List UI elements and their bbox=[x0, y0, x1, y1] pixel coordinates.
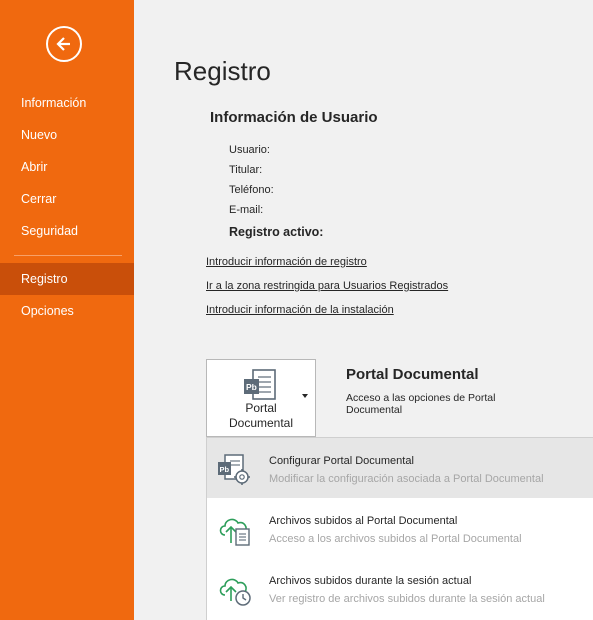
sidebar-item-opciones[interactable]: Opciones bbox=[0, 295, 134, 327]
portal-settings-icon: Pb bbox=[218, 454, 250, 485]
active-registration-label: Registro activo: bbox=[229, 225, 324, 239]
portal-button-label-line1: Portal bbox=[245, 401, 277, 415]
main-panel: Registro Información de Usuario Usuario:… bbox=[134, 0, 593, 620]
restricted-area-link[interactable]: Ir a la zona restringida para Usuarios R… bbox=[206, 280, 448, 292]
menu-item-title: Archivos subidos al Portal Documental bbox=[269, 515, 458, 527]
enter-registration-link[interactable]: Introducir información de registro bbox=[206, 256, 367, 268]
menu-item-uploaded-files[interactable]: Archivos subidos al Portal Documental Ac… bbox=[207, 498, 593, 558]
sidebar-item-seguridad[interactable]: Seguridad bbox=[0, 215, 134, 247]
user-field-label: Usuario: bbox=[229, 144, 270, 156]
portal-title: Portal Documental bbox=[346, 366, 479, 383]
user-info-heading: Información de Usuario bbox=[210, 109, 378, 126]
chevron-down-icon bbox=[302, 394, 308, 398]
portal-documental-button[interactable]: Pb Portal Documental bbox=[206, 359, 316, 437]
menu-item-title: Archivos subidos durante la sesión actua… bbox=[269, 575, 472, 587]
phone-field-label: Teléfono: bbox=[229, 184, 274, 196]
sidebar-item-cerrar[interactable]: Cerrar bbox=[0, 183, 134, 215]
menu-item-description: Modificar la configuración asociada a Po… bbox=[269, 473, 544, 485]
sidebar-item-informacion[interactable]: Información bbox=[0, 87, 134, 119]
sidebar-item-nuevo[interactable]: Nuevo bbox=[0, 119, 134, 151]
menu-item-description: Ver registro de archivos subidos durante… bbox=[269, 593, 545, 605]
portal-button-label-line2: Documental bbox=[228, 416, 294, 430]
portal-button-label: Portal Documental bbox=[215, 401, 307, 431]
svg-text:Pb: Pb bbox=[246, 382, 257, 392]
sidebar: Información Nuevo Abrir Cerrar Seguridad… bbox=[0, 0, 134, 620]
back-button[interactable] bbox=[46, 26, 82, 62]
portal-document-icon: Pb bbox=[244, 369, 276, 400]
page-title: Registro bbox=[174, 56, 271, 86]
menu-item-description: Acceso a los archivos subidos al Portal … bbox=[269, 533, 522, 545]
menu-item-title: Configurar Portal Documental bbox=[269, 455, 414, 467]
portal-dropdown-menu: Pb Configurar Portal Documental Modifica… bbox=[206, 437, 593, 620]
menu-item-configure-portal[interactable]: Pb Configurar Portal Documental Modifica… bbox=[207, 438, 593, 498]
email-field-label: E-mail: bbox=[229, 204, 264, 216]
sidebar-item-abrir[interactable]: Abrir bbox=[0, 151, 134, 183]
sidebar-item-registro[interactable]: Registro bbox=[0, 263, 134, 295]
portal-description: Acceso a las opciones de Portal Document… bbox=[346, 392, 496, 416]
svg-text:Pb: Pb bbox=[220, 465, 230, 474]
cloud-upload-document-icon bbox=[219, 518, 250, 546]
owner-field-label: Titular: bbox=[229, 164, 263, 176]
cloud-upload-history-icon bbox=[219, 578, 251, 606]
sidebar-divider bbox=[14, 255, 122, 256]
arrow-left-icon bbox=[56, 37, 70, 51]
menu-item-session-uploads[interactable]: Archivos subidos durante la sesión actua… bbox=[207, 558, 593, 618]
installation-info-link[interactable]: Introducir información de la instalación bbox=[206, 304, 394, 316]
